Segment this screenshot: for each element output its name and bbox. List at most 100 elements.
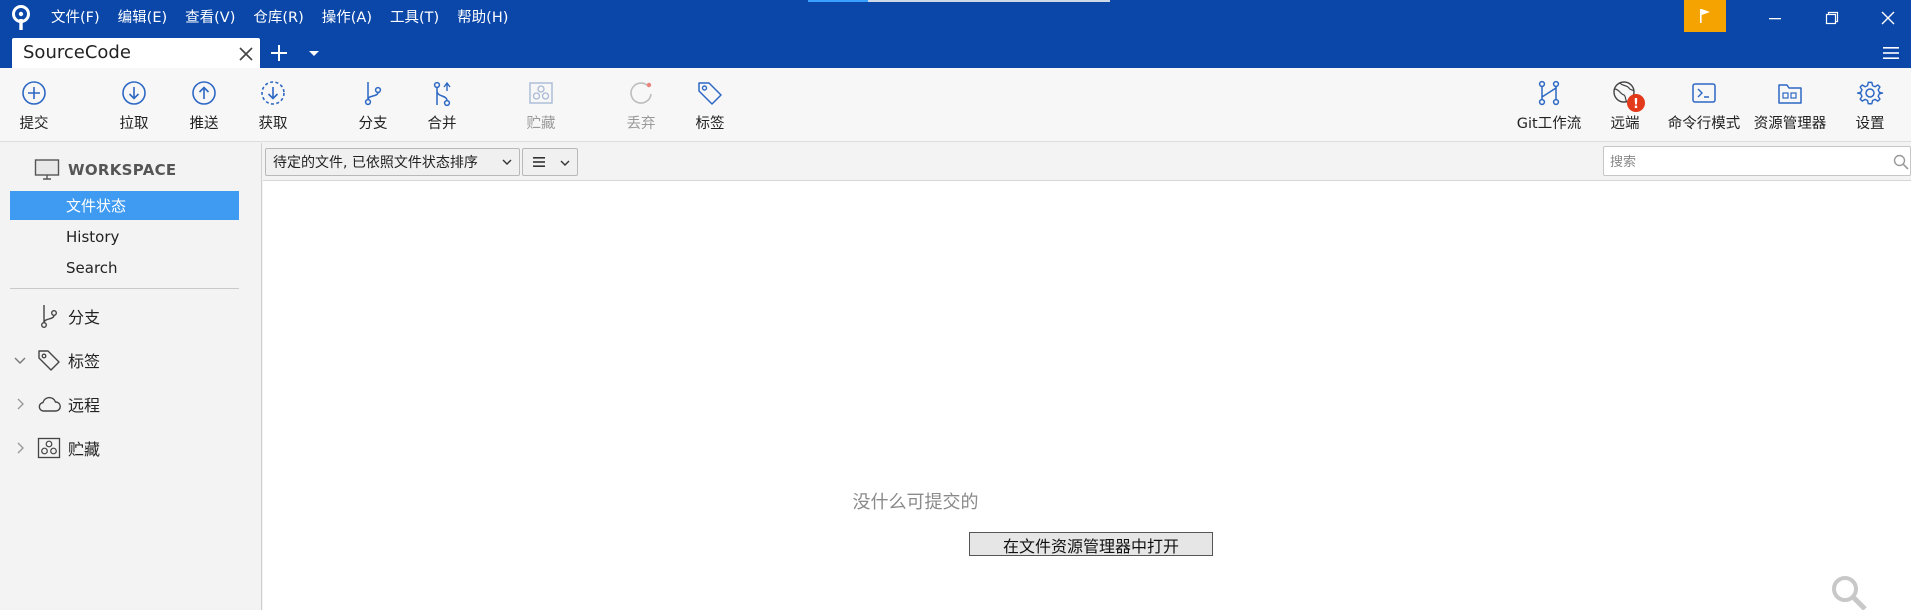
- tab-close-icon[interactable]: [236, 44, 256, 64]
- search-field[interactable]: [1603, 146, 1911, 176]
- commit-label: 提交: [19, 116, 49, 132]
- branch-icon: [40, 305, 57, 329]
- remotes-label: 远程: [68, 396, 101, 415]
- gitflow-icon: [1538, 80, 1560, 106]
- repo-tab[interactable]: SourceCode: [12, 38, 260, 68]
- search-icon[interactable]: [1892, 153, 1910, 171]
- discard-label: 丢弃: [626, 116, 656, 132]
- tags-label: 标签: [68, 352, 101, 371]
- commit-icon: [22, 81, 46, 105]
- remote-button[interactable]: ! 远端: [1585, 68, 1665, 142]
- close-window-button[interactable]: [1865, 0, 1911, 36]
- flag-icon: [1700, 9, 1710, 23]
- fetch-icon: [261, 81, 285, 105]
- push-icon: [192, 81, 216, 105]
- stash-icon: [37, 437, 61, 459]
- file-sort-label: 待定的文件, 已依照文件状态排序: [273, 155, 478, 171]
- explorer-button[interactable]: 资源管理器: [1749, 68, 1831, 142]
- terminal-icon: [1692, 83, 1716, 103]
- chevron-down-icon[interactable]: [12, 352, 28, 368]
- sidebar-item-search[interactable]: Search: [10, 253, 239, 282]
- search-input[interactable]: [1610, 152, 1880, 172]
- branches-label: 分支: [68, 308, 101, 327]
- empty-state-message: 没什么可提交的: [852, 492, 979, 513]
- tag-icon: [38, 350, 60, 371]
- menu-repository[interactable]: 仓库(R): [244, 0, 312, 36]
- sidebar-divider: [10, 288, 239, 289]
- menu-file[interactable]: 文件(F): [42, 0, 109, 36]
- gear-icon: [1856, 81, 1884, 105]
- hamburger-menu-icon[interactable]: [1880, 42, 1902, 64]
- tag-button[interactable]: 标签: [670, 68, 750, 142]
- menu-edit[interactable]: 编辑(E): [109, 0, 176, 36]
- discard-button[interactable]: 丢弃: [601, 68, 681, 142]
- pull-icon: [122, 81, 146, 105]
- close-icon: [1881, 11, 1895, 25]
- branch-icon: [364, 82, 382, 106]
- settings-button[interactable]: 设置: [1830, 68, 1910, 142]
- sidebar-group-stashes[interactable]: 贮藏: [12, 432, 252, 464]
- search-icon: [1832, 576, 1867, 610]
- merge-icon: [433, 81, 451, 107]
- settings-label: 设置: [1855, 116, 1885, 132]
- push-label: 推送: [189, 116, 219, 132]
- menu-help[interactable]: 帮助(H): [448, 0, 517, 36]
- sidebar-group-branches[interactable]: 分支: [12, 300, 252, 332]
- restore-button[interactable]: [1809, 0, 1855, 36]
- commit-button[interactable]: 提交: [0, 68, 74, 142]
- explorer-label: 资源管理器: [1753, 116, 1827, 132]
- file-sort-dropdown[interactable]: 待定的文件, 已依照文件状态排序: [265, 148, 520, 176]
- monitor-icon: [34, 159, 60, 180]
- sidebar-item-history[interactable]: History: [10, 222, 239, 251]
- chevron-right-icon[interactable]: [12, 440, 28, 456]
- terminal-label: 命令行模式: [1667, 116, 1741, 132]
- remote-label: 远端: [1610, 116, 1640, 132]
- view-mode-dropdown[interactable]: [522, 148, 578, 176]
- repo-tab-title: SourceCode: [23, 42, 131, 63]
- remote-alert-badge: !: [1627, 94, 1645, 112]
- workspace-label: WORKSPACE: [68, 161, 177, 179]
- sidebar-item-file-status[interactable]: 文件状态: [10, 191, 239, 220]
- chevron-down-icon: [502, 159, 512, 165]
- menu-tools[interactable]: 工具(T): [381, 0, 448, 36]
- stashes-label: 贮藏: [68, 440, 101, 459]
- folder-icon: [1778, 84, 1802, 104]
- restore-icon: [1825, 11, 1839, 25]
- file-status-panel: 待定的文件, 已依照文件状态排序 没什么可提交的 在文件资源管理器中打开: [263, 143, 1911, 610]
- open-in-explorer-button[interactable]: 在文件资源管理器中打开: [969, 532, 1213, 556]
- main-toolbar: 提交 拉取 推送 获取 分支 合并 贮藏 丢弃 标签 Git工作流 ! 远端 命…: [0, 68, 1911, 142]
- sidebar-group-remotes[interactable]: 远程: [12, 388, 252, 420]
- chevron-down-icon: [560, 160, 570, 166]
- tab-bar: SourceCode: [0, 36, 1911, 68]
- terminal-button[interactable]: 命令行模式: [1663, 68, 1745, 142]
- merge-label: 合并: [427, 116, 457, 132]
- discard-icon: [630, 82, 652, 104]
- branch-label: 分支: [358, 116, 388, 132]
- title-progress-strip-fill: [808, 0, 868, 2]
- menu-bar: 文件(F) 编辑(E) 查看(V) 仓库(R) 操作(A) 工具(T) 帮助(H…: [42, 0, 517, 36]
- pull-label: 拉取: [119, 116, 149, 132]
- menu-actions[interactable]: 操作(A): [313, 0, 381, 36]
- stash-button[interactable]: 贮藏: [501, 68, 581, 142]
- gitflow-label: Git工作流: [1516, 116, 1582, 132]
- sidebar: WORKSPACE 文件状态 History Search 分支 标签 远程 贮…: [0, 143, 262, 610]
- branch-button[interactable]: 分支: [333, 68, 413, 142]
- chevron-right-icon[interactable]: [12, 396, 28, 412]
- filter-bar: 待定的文件, 已依照文件状态排序: [263, 143, 1911, 181]
- gitflow-button[interactable]: Git工作流: [1509, 68, 1589, 142]
- menu-view[interactable]: 查看(V): [176, 0, 244, 36]
- add-tab-icon[interactable]: [268, 42, 290, 64]
- tag-icon: [698, 82, 722, 105]
- stash-icon: [529, 82, 553, 104]
- minimize-button[interactable]: [1752, 0, 1798, 36]
- pull-button[interactable]: 拉取: [94, 68, 174, 142]
- fetch-button[interactable]: 获取: [233, 68, 313, 142]
- minimize-icon: [1769, 18, 1781, 20]
- stash-label: 贮藏: [526, 116, 556, 132]
- notification-flag-button[interactable]: [1684, 0, 1726, 32]
- merge-button[interactable]: 合并: [402, 68, 482, 142]
- sidebar-group-tags[interactable]: 标签: [12, 344, 252, 376]
- tab-list-chevron-icon[interactable]: [306, 46, 322, 60]
- tag-label: 标签: [695, 116, 725, 132]
- push-button[interactable]: 推送: [164, 68, 244, 142]
